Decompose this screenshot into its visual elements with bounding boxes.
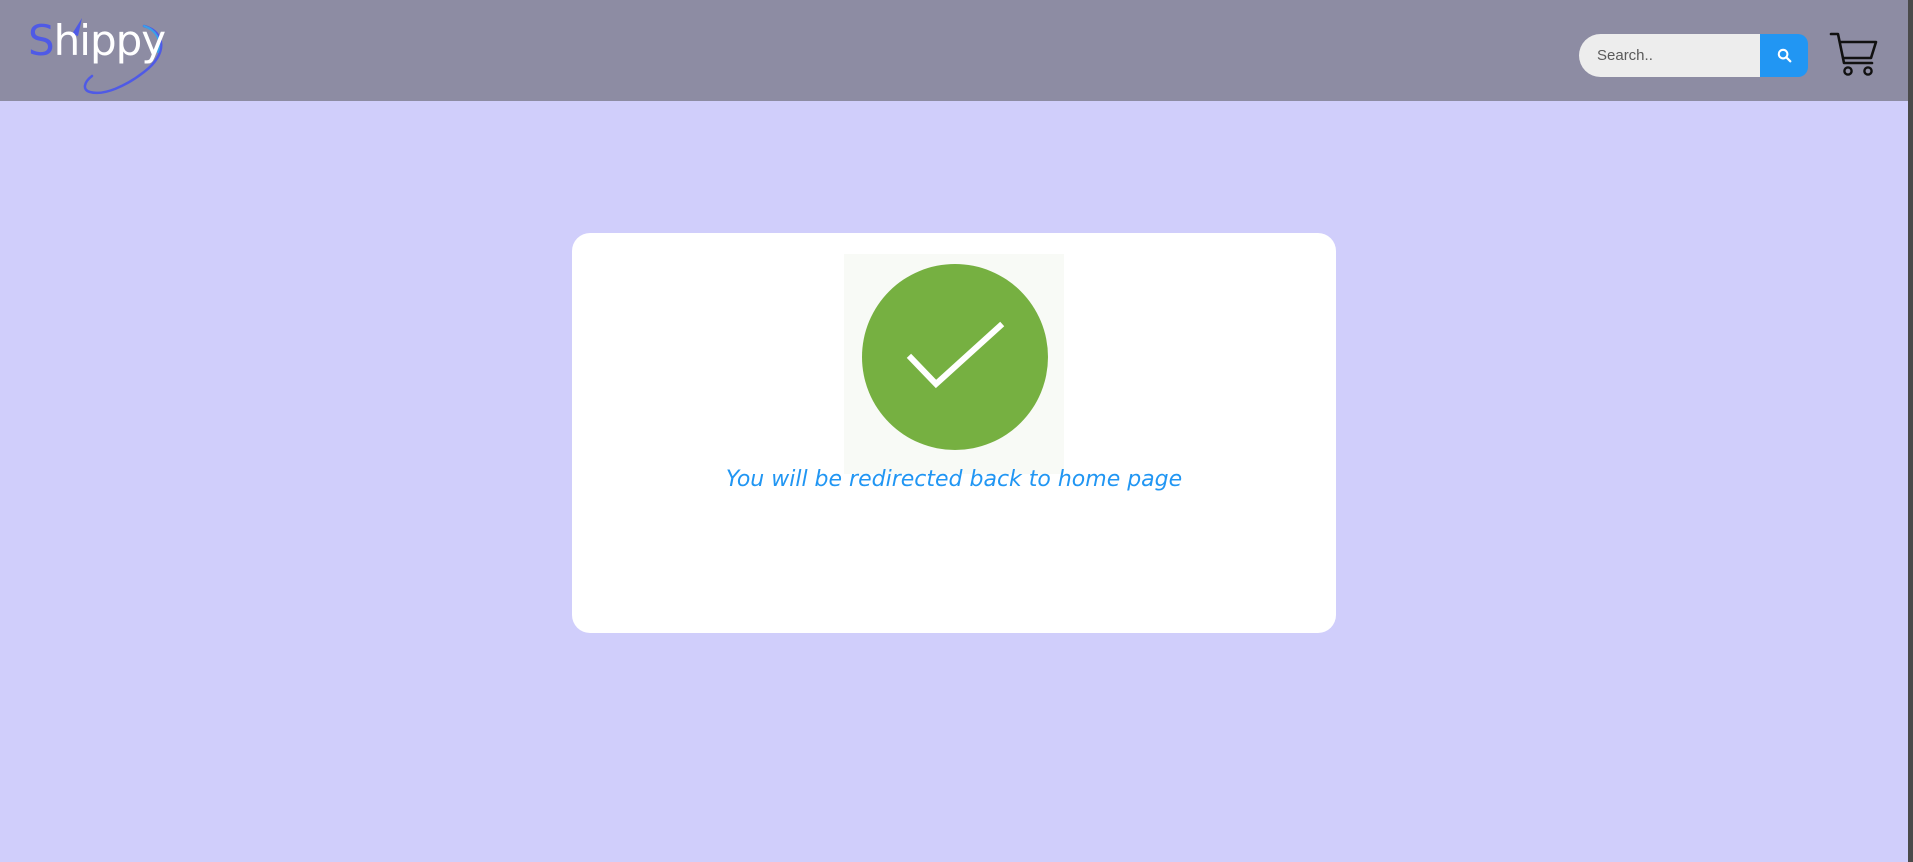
search-input[interactable] [1579,34,1760,77]
brand-name: Shippy [28,16,166,65]
success-image [844,254,1064,474]
search-button[interactable] [1760,34,1808,77]
redirect-message: You will be redirected back to home page [725,467,1183,492]
brand-name-rest: hippy [53,16,166,65]
navbar: Shippy [0,0,1908,101]
page: Shippy Y [0,0,1913,862]
search-bar [1579,34,1808,77]
check-circle-icon [862,264,1048,450]
search-icon [1777,48,1791,63]
shopping-cart-icon [1829,32,1878,76]
brand-logo[interactable]: Shippy [26,14,174,96]
scrollbar[interactable] [1908,0,1913,862]
cart-button[interactable] [1829,30,1879,78]
confirmation-card: You will be redirected back to home page [572,233,1336,633]
brand-name-initial: S [28,16,55,65]
